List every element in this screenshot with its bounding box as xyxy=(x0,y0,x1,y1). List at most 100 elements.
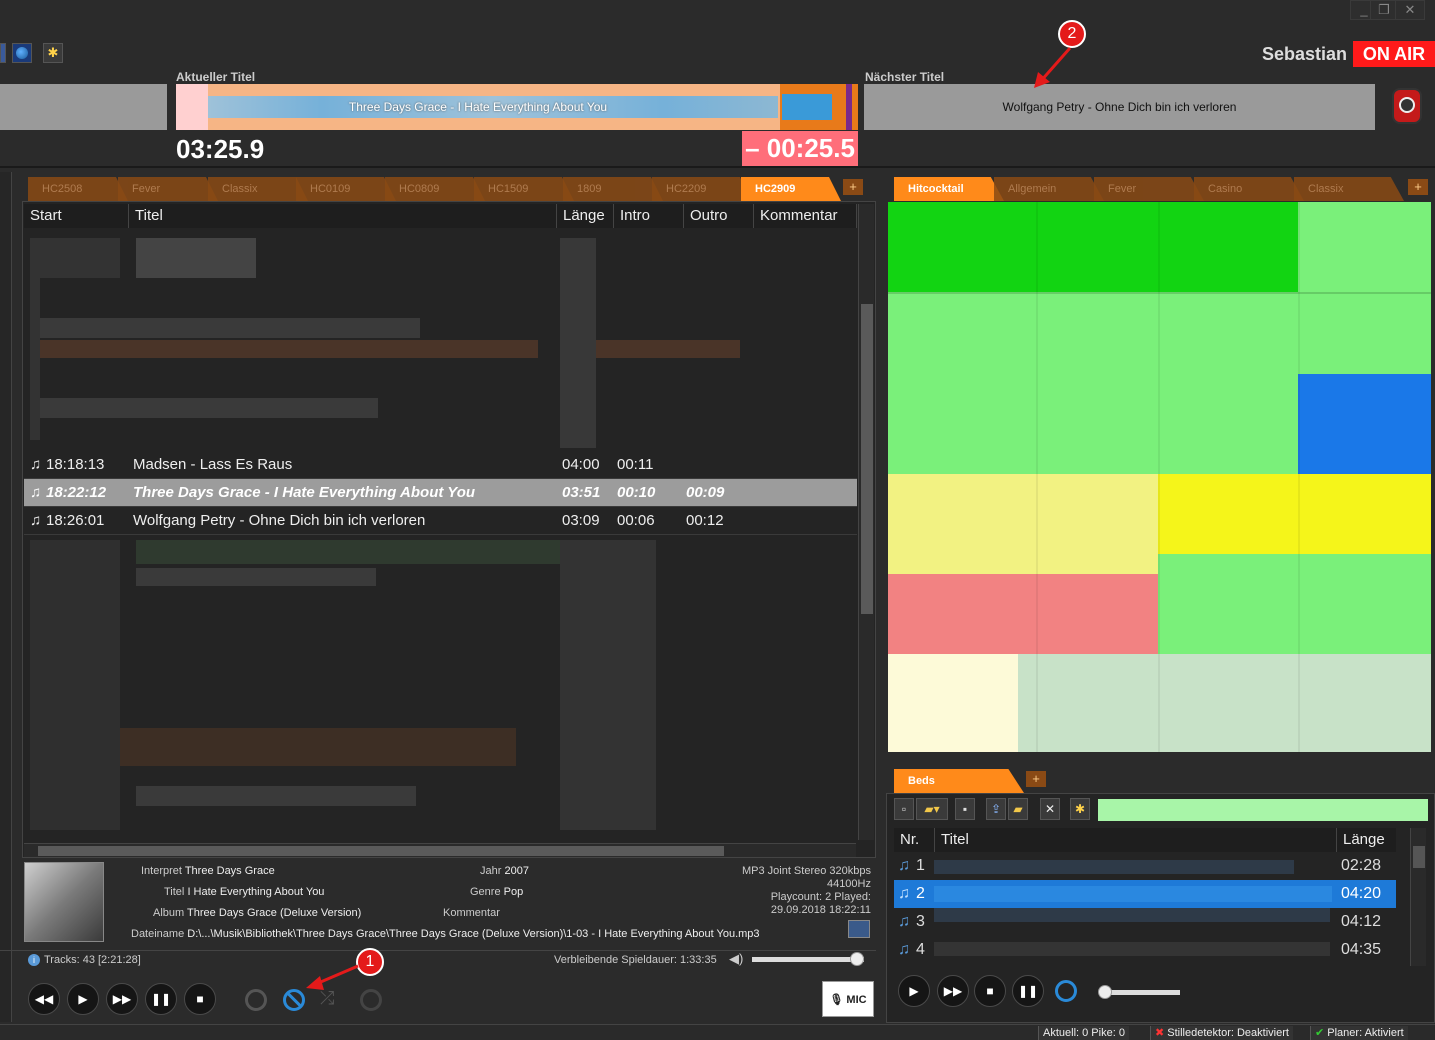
row-intro: 00:06 xyxy=(617,512,655,529)
row-intro: 00:11 xyxy=(617,456,654,473)
column-intro[interactable]: Intro xyxy=(614,204,684,228)
tab-classix[interactable]: Classix xyxy=(208,177,308,201)
column-kommentar[interactable]: Kommentar xyxy=(754,204,857,228)
blurred-row-block xyxy=(136,238,256,278)
beds-repeat-icon[interactable] xyxy=(1055,980,1077,1002)
playlist-volume-slider[interactable] xyxy=(752,952,864,966)
played-info: 29.09.2018 18:22:11 xyxy=(770,904,871,916)
current-waveform[interactable]: Three Days Grace - I Hate Everything Abo… xyxy=(176,84,858,130)
rewind-button[interactable]: ◀◀ xyxy=(28,983,60,1015)
tab-hc0109[interactable]: HC0109 xyxy=(296,177,396,201)
row-start: 18:22:12 xyxy=(46,484,107,501)
beds-forward-button[interactable]: ▶▶ xyxy=(937,975,969,1007)
remaining-time: – 00:25.5 xyxy=(742,131,858,166)
beds-volume-slider[interactable] xyxy=(1098,985,1180,999)
open-folder-icon[interactable]: ▰▾ xyxy=(916,798,948,820)
beds-row[interactable]: ♫ 1 02:28 xyxy=(894,852,1396,880)
row-laenge: 03:51 xyxy=(562,484,601,501)
user-name: Sebastian xyxy=(1262,44,1348,64)
fast-forward-button[interactable]: ▶▶ xyxy=(106,983,138,1015)
rate-info: 44100Hz xyxy=(826,878,871,890)
column-titel[interactable]: Titel xyxy=(129,204,557,228)
next-title-panel[interactable]: Wolfgang Petry - Ohne Dich bin ich verlo… xyxy=(864,84,1375,130)
beds-play-button[interactable]: ▶ xyxy=(898,975,930,1007)
tab-hc0809[interactable]: HC0809 xyxy=(385,177,485,201)
save-tag-icon[interactable] xyxy=(848,920,870,938)
genre-field: Genre Pop xyxy=(470,886,524,898)
row-titel: Madsen - Lass Es Raus xyxy=(133,456,293,473)
cart-grid[interactable] xyxy=(888,202,1431,752)
blurred-row-block xyxy=(30,340,538,358)
pause-button[interactable]: ❚❚ xyxy=(145,983,177,1015)
add-cart-tab-button[interactable]: + xyxy=(1408,179,1428,195)
row-outro: 00:09 xyxy=(686,484,725,501)
new-file-icon[interactable]: ▫ xyxy=(894,798,914,820)
beds-search-input[interactable] xyxy=(1098,799,1428,821)
tab-hc2209[interactable]: HC2209 xyxy=(652,177,752,201)
left-sidebar[interactable] xyxy=(0,172,12,1022)
note-icon: ♫ xyxy=(30,456,42,473)
tab-hc1509[interactable]: HC1509 xyxy=(474,177,574,201)
beds-row[interactable]: ♫ 3 04:12 xyxy=(894,908,1396,936)
format-info: MP3 Joint Stereo 320kbps xyxy=(741,865,871,877)
tab-casino[interactable]: Casino xyxy=(1194,177,1304,201)
stop-after-icon[interactable] xyxy=(283,989,305,1011)
globe-icon[interactable] xyxy=(12,43,32,63)
playlist-row-selected[interactable]: ♫ 18:22:12 Three Days Grace - I Hate Eve… xyxy=(24,479,857,507)
tab-hc2508[interactable]: HC2508 xyxy=(28,177,128,201)
left-edge-icon[interactable] xyxy=(0,43,6,63)
restore-button[interactable]: ❐ xyxy=(1370,0,1398,20)
play-button[interactable]: ▶ xyxy=(67,983,99,1015)
blurred-row-block xyxy=(560,540,656,830)
playlist-hscrollbar[interactable] xyxy=(24,843,856,857)
loop-icon[interactable] xyxy=(360,989,382,1011)
playlist-row[interactable]: ♫ 18:18:13 Madsen - Lass Es Raus 04:00 0… xyxy=(24,451,857,479)
tab-hc2909[interactable]: HC2909 xyxy=(741,177,841,201)
row-start: 18:26:01 xyxy=(46,512,105,529)
beds-column-nr[interactable]: Nr. xyxy=(894,828,934,852)
tab-1809[interactable]: 1809 xyxy=(563,177,663,201)
beds-column-titel[interactable]: Titel xyxy=(934,828,1336,852)
beds-column-laenge[interactable]: Länge xyxy=(1336,828,1396,852)
delete-icon[interactable]: ✕ xyxy=(1040,798,1060,820)
beds-row[interactable]: ♫ 4 04:35 xyxy=(894,936,1396,964)
column-laenge[interactable]: Länge xyxy=(557,204,614,228)
playlist-scrollbar[interactable] xyxy=(858,204,874,840)
next-title-text: Wolfgang Petry - Ohne Dich bin ich verlo… xyxy=(1002,100,1237,114)
column-outro[interactable]: Outro xyxy=(684,204,754,228)
beds-stop-button[interactable]: ■ xyxy=(974,975,1006,1007)
beds-row-selected[interactable]: ♫ 2 04:20 xyxy=(894,880,1396,908)
speaker-icon[interactable] xyxy=(1386,84,1428,128)
volume-icon[interactable]: ◀) xyxy=(729,951,747,967)
tab-classix-cart[interactable]: Classix xyxy=(1294,177,1404,201)
tab-fever-cart[interactable]: Fever xyxy=(1094,177,1204,201)
beds-pause-button[interactable]: ❚❚ xyxy=(1012,975,1044,1007)
dateiname-field: Dateiname D:\...\Musik\Bibliothek\Three … xyxy=(131,928,760,940)
blurred-row-block xyxy=(30,540,120,830)
save-icon[interactable]: ▪ xyxy=(955,798,975,820)
tab-allgemein[interactable]: Allgemein xyxy=(994,177,1104,201)
repeat-icon[interactable] xyxy=(245,989,267,1011)
add-folder-icon[interactable]: ▰ xyxy=(1008,798,1028,820)
tab-fever[interactable]: Fever xyxy=(118,177,218,201)
column-start[interactable]: Start xyxy=(24,204,129,228)
row-start: 18:18:13 xyxy=(46,456,105,473)
beds-scrollbar[interactable] xyxy=(1410,828,1426,966)
kommentar-field: Kommentar xyxy=(443,907,500,919)
add-playlist-tab-button[interactable]: + xyxy=(843,179,863,195)
row-intro: 00:10 xyxy=(617,484,656,501)
row-laenge: 03:09 xyxy=(562,512,600,529)
bed-laenge: 04:20 xyxy=(1341,885,1382,902)
mic-label: MIC xyxy=(846,994,867,1006)
import-icon[interactable]: ⇪ xyxy=(986,798,1006,820)
stop-button[interactable]: ■ xyxy=(184,983,216,1015)
tab-hitcocktail[interactable]: Hitcocktail xyxy=(894,177,1004,201)
playlist-row[interactable]: ♫ 18:26:01 Wolfgang Petry - Ohne Dich bi… xyxy=(24,507,857,535)
close-button[interactable]: ✕ xyxy=(1395,0,1425,20)
add-beds-tab-button[interactable]: + xyxy=(1026,771,1046,787)
settings-icon[interactable]: ✱ xyxy=(1070,798,1090,820)
mic-button[interactable]: 🎙 MIC xyxy=(822,981,874,1017)
gear-icon[interactable]: ✱ xyxy=(43,43,63,63)
blurred-row-block xyxy=(30,260,40,440)
tab-beds[interactable]: Beds xyxy=(894,769,1024,793)
